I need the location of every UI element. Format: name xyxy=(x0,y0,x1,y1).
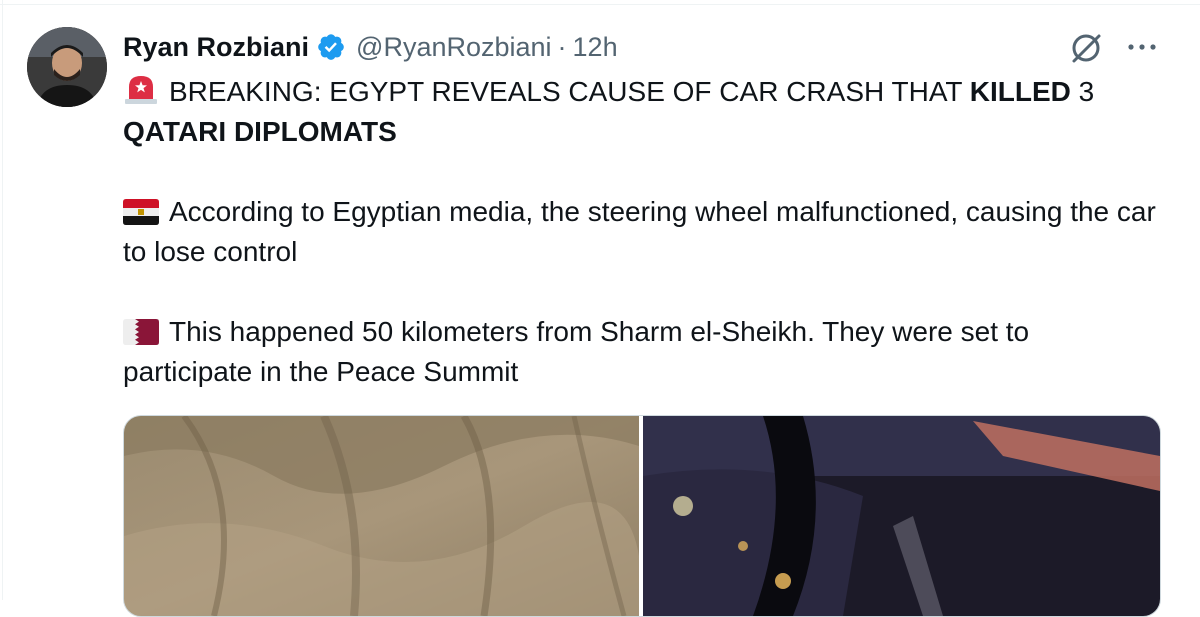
tweet-para3-text: This happened 50 kilometers from Sharm e… xyxy=(123,316,1030,387)
separator: · xyxy=(557,31,567,62)
qatar-flag-icon xyxy=(123,319,159,345)
media-grid xyxy=(123,415,1161,617)
author-name[interactable]: Ryan Rozbiani xyxy=(123,32,309,63)
tweet-paragraph-3: This happened 50 kilometers from Sharm e… xyxy=(123,312,1163,392)
avatar[interactable] xyxy=(27,27,107,107)
timestamp[interactable]: 12h xyxy=(573,32,618,63)
author-handle[interactable]: @RyanRozbiani xyxy=(356,32,552,63)
tweet-line1-bold: KILLED xyxy=(969,76,1071,107)
tweet-paragraph-2: According to Egyptian media, the steerin… xyxy=(123,192,1163,272)
media-image-2[interactable] xyxy=(643,416,1160,616)
left-divider xyxy=(2,0,3,600)
grok-icon[interactable] xyxy=(1066,28,1106,68)
tweet-para2-text: According to Egyptian media, the steerin… xyxy=(123,196,1156,267)
tweet-line2-bold: QATARI DIPLOMATS xyxy=(123,116,397,147)
more-options-icon[interactable] xyxy=(1122,30,1162,64)
egypt-flag-icon xyxy=(123,199,159,225)
verified-badge-icon[interactable] xyxy=(316,32,346,62)
tweet-line1-text: BREAKING: EGYPT REVEALS CAUSE OF CAR CRA… xyxy=(169,76,970,107)
rotating-light-icon xyxy=(123,73,159,105)
tweet-line1-end: 3 xyxy=(1070,76,1095,107)
top-divider xyxy=(0,4,1200,5)
media-image-1[interactable] xyxy=(124,416,639,616)
tweet-header: Ryan Rozbiani @RyanRozbiani · 12h xyxy=(123,28,618,66)
tweet-text: BREAKING: EGYPT REVEALS CAUSE OF CAR CRA… xyxy=(123,72,1163,392)
tweet-paragraph-1: BREAKING: EGYPT REVEALS CAUSE OF CAR CRA… xyxy=(123,72,1163,152)
